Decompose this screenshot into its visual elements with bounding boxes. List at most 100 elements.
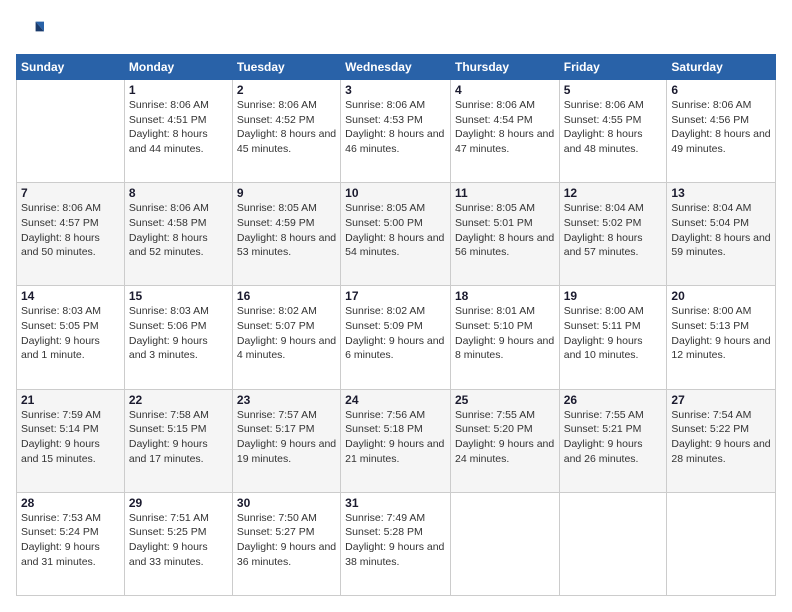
day-number: 3 — [345, 83, 446, 97]
day-number: 13 — [671, 186, 771, 200]
day-cell: 22Sunrise: 7:58 AM Sunset: 5:15 PM Dayli… — [124, 389, 232, 492]
day-number: 20 — [671, 289, 771, 303]
day-info: Sunrise: 7:58 AM Sunset: 5:15 PM Dayligh… — [129, 408, 228, 467]
day-info: Sunrise: 8:06 AM Sunset: 4:57 PM Dayligh… — [21, 201, 120, 260]
day-info: Sunrise: 7:55 AM Sunset: 5:20 PM Dayligh… — [455, 408, 555, 467]
header-row: SundayMondayTuesdayWednesdayThursdayFrid… — [17, 55, 776, 80]
day-number: 29 — [129, 496, 228, 510]
day-info: Sunrise: 8:02 AM Sunset: 5:07 PM Dayligh… — [237, 304, 336, 363]
day-info: Sunrise: 8:05 AM Sunset: 5:00 PM Dayligh… — [345, 201, 446, 260]
day-number: 6 — [671, 83, 771, 97]
day-number: 8 — [129, 186, 228, 200]
day-info: Sunrise: 8:04 AM Sunset: 5:04 PM Dayligh… — [671, 201, 771, 260]
week-row-1: 7Sunrise: 8:06 AM Sunset: 4:57 PM Daylig… — [17, 183, 776, 286]
day-cell: 6Sunrise: 8:06 AM Sunset: 4:56 PM Daylig… — [667, 80, 776, 183]
day-info: Sunrise: 8:06 AM Sunset: 4:54 PM Dayligh… — [455, 98, 555, 157]
day-cell — [17, 80, 125, 183]
day-info: Sunrise: 8:06 AM Sunset: 4:52 PM Dayligh… — [237, 98, 336, 157]
day-number: 12 — [564, 186, 663, 200]
day-number: 4 — [455, 83, 555, 97]
logo-icon — [16, 16, 44, 44]
day-info: Sunrise: 7:49 AM Sunset: 5:28 PM Dayligh… — [345, 511, 446, 570]
day-info: Sunrise: 8:06 AM Sunset: 4:55 PM Dayligh… — [564, 98, 663, 157]
day-number: 28 — [21, 496, 120, 510]
day-cell: 11Sunrise: 8:05 AM Sunset: 5:01 PM Dayli… — [450, 183, 559, 286]
day-cell: 23Sunrise: 7:57 AM Sunset: 5:17 PM Dayli… — [232, 389, 340, 492]
header-day-sunday: Sunday — [17, 55, 125, 80]
day-cell: 1Sunrise: 8:06 AM Sunset: 4:51 PM Daylig… — [124, 80, 232, 183]
day-cell: 5Sunrise: 8:06 AM Sunset: 4:55 PM Daylig… — [559, 80, 667, 183]
day-info: Sunrise: 7:50 AM Sunset: 5:27 PM Dayligh… — [237, 511, 336, 570]
day-cell: 18Sunrise: 8:01 AM Sunset: 5:10 PM Dayli… — [450, 286, 559, 389]
calendar-table: SundayMondayTuesdayWednesdayThursdayFrid… — [16, 54, 776, 596]
week-row-0: 1Sunrise: 8:06 AM Sunset: 4:51 PM Daylig… — [17, 80, 776, 183]
day-cell: 2Sunrise: 8:06 AM Sunset: 4:52 PM Daylig… — [232, 80, 340, 183]
day-info: Sunrise: 7:57 AM Sunset: 5:17 PM Dayligh… — [237, 408, 336, 467]
day-number: 21 — [21, 393, 120, 407]
header-day-thursday: Thursday — [450, 55, 559, 80]
day-cell: 29Sunrise: 7:51 AM Sunset: 5:25 PM Dayli… — [124, 492, 232, 595]
day-info: Sunrise: 8:06 AM Sunset: 4:53 PM Dayligh… — [345, 98, 446, 157]
day-cell: 24Sunrise: 7:56 AM Sunset: 5:18 PM Dayli… — [341, 389, 451, 492]
day-cell: 15Sunrise: 8:03 AM Sunset: 5:06 PM Dayli… — [124, 286, 232, 389]
day-info: Sunrise: 7:54 AM Sunset: 5:22 PM Dayligh… — [671, 408, 771, 467]
week-row-3: 21Sunrise: 7:59 AM Sunset: 5:14 PM Dayli… — [17, 389, 776, 492]
day-info: Sunrise: 8:06 AM Sunset: 4:58 PM Dayligh… — [129, 201, 228, 260]
day-cell: 25Sunrise: 7:55 AM Sunset: 5:20 PM Dayli… — [450, 389, 559, 492]
logo — [16, 16, 48, 44]
header-day-wednesday: Wednesday — [341, 55, 451, 80]
day-info: Sunrise: 7:51 AM Sunset: 5:25 PM Dayligh… — [129, 511, 228, 570]
day-cell — [450, 492, 559, 595]
day-info: Sunrise: 7:55 AM Sunset: 5:21 PM Dayligh… — [564, 408, 663, 467]
day-number: 31 — [345, 496, 446, 510]
day-info: Sunrise: 8:04 AM Sunset: 5:02 PM Dayligh… — [564, 201, 663, 260]
day-cell: 8Sunrise: 8:06 AM Sunset: 4:58 PM Daylig… — [124, 183, 232, 286]
day-cell: 14Sunrise: 8:03 AM Sunset: 5:05 PM Dayli… — [17, 286, 125, 389]
day-number: 30 — [237, 496, 336, 510]
day-info: Sunrise: 8:06 AM Sunset: 4:56 PM Dayligh… — [671, 98, 771, 157]
day-info: Sunrise: 8:03 AM Sunset: 5:05 PM Dayligh… — [21, 304, 120, 363]
day-number: 9 — [237, 186, 336, 200]
day-number: 11 — [455, 186, 555, 200]
header-day-monday: Monday — [124, 55, 232, 80]
day-number: 10 — [345, 186, 446, 200]
day-number: 27 — [671, 393, 771, 407]
day-number: 2 — [237, 83, 336, 97]
week-row-2: 14Sunrise: 8:03 AM Sunset: 5:05 PM Dayli… — [17, 286, 776, 389]
day-cell: 20Sunrise: 8:00 AM Sunset: 5:13 PM Dayli… — [667, 286, 776, 389]
day-number: 18 — [455, 289, 555, 303]
day-info: Sunrise: 7:56 AM Sunset: 5:18 PM Dayligh… — [345, 408, 446, 467]
day-number: 17 — [345, 289, 446, 303]
day-info: Sunrise: 8:06 AM Sunset: 4:51 PM Dayligh… — [129, 98, 228, 157]
day-number: 24 — [345, 393, 446, 407]
day-info: Sunrise: 8:03 AM Sunset: 5:06 PM Dayligh… — [129, 304, 228, 363]
day-number: 7 — [21, 186, 120, 200]
day-cell: 7Sunrise: 8:06 AM Sunset: 4:57 PM Daylig… — [17, 183, 125, 286]
day-number: 26 — [564, 393, 663, 407]
day-number: 25 — [455, 393, 555, 407]
day-number: 15 — [129, 289, 228, 303]
header-day-friday: Friday — [559, 55, 667, 80]
day-info: Sunrise: 8:00 AM Sunset: 5:11 PM Dayligh… — [564, 304, 663, 363]
day-cell — [559, 492, 667, 595]
day-number: 22 — [129, 393, 228, 407]
day-cell: 13Sunrise: 8:04 AM Sunset: 5:04 PM Dayli… — [667, 183, 776, 286]
day-cell: 30Sunrise: 7:50 AM Sunset: 5:27 PM Dayli… — [232, 492, 340, 595]
header-day-tuesday: Tuesday — [232, 55, 340, 80]
day-cell: 17Sunrise: 8:02 AM Sunset: 5:09 PM Dayli… — [341, 286, 451, 389]
day-number: 23 — [237, 393, 336, 407]
day-number: 5 — [564, 83, 663, 97]
day-info: Sunrise: 8:05 AM Sunset: 5:01 PM Dayligh… — [455, 201, 555, 260]
day-cell: 28Sunrise: 7:53 AM Sunset: 5:24 PM Dayli… — [17, 492, 125, 595]
day-cell: 19Sunrise: 8:00 AM Sunset: 5:11 PM Dayli… — [559, 286, 667, 389]
day-cell: 9Sunrise: 8:05 AM Sunset: 4:59 PM Daylig… — [232, 183, 340, 286]
day-cell: 31Sunrise: 7:49 AM Sunset: 5:28 PM Dayli… — [341, 492, 451, 595]
day-cell — [667, 492, 776, 595]
day-cell: 12Sunrise: 8:04 AM Sunset: 5:02 PM Dayli… — [559, 183, 667, 286]
header-day-saturday: Saturday — [667, 55, 776, 80]
day-cell: 3Sunrise: 8:06 AM Sunset: 4:53 PM Daylig… — [341, 80, 451, 183]
day-info: Sunrise: 8:01 AM Sunset: 5:10 PM Dayligh… — [455, 304, 555, 363]
header — [16, 16, 776, 44]
day-number: 16 — [237, 289, 336, 303]
day-info: Sunrise: 8:05 AM Sunset: 4:59 PM Dayligh… — [237, 201, 336, 260]
